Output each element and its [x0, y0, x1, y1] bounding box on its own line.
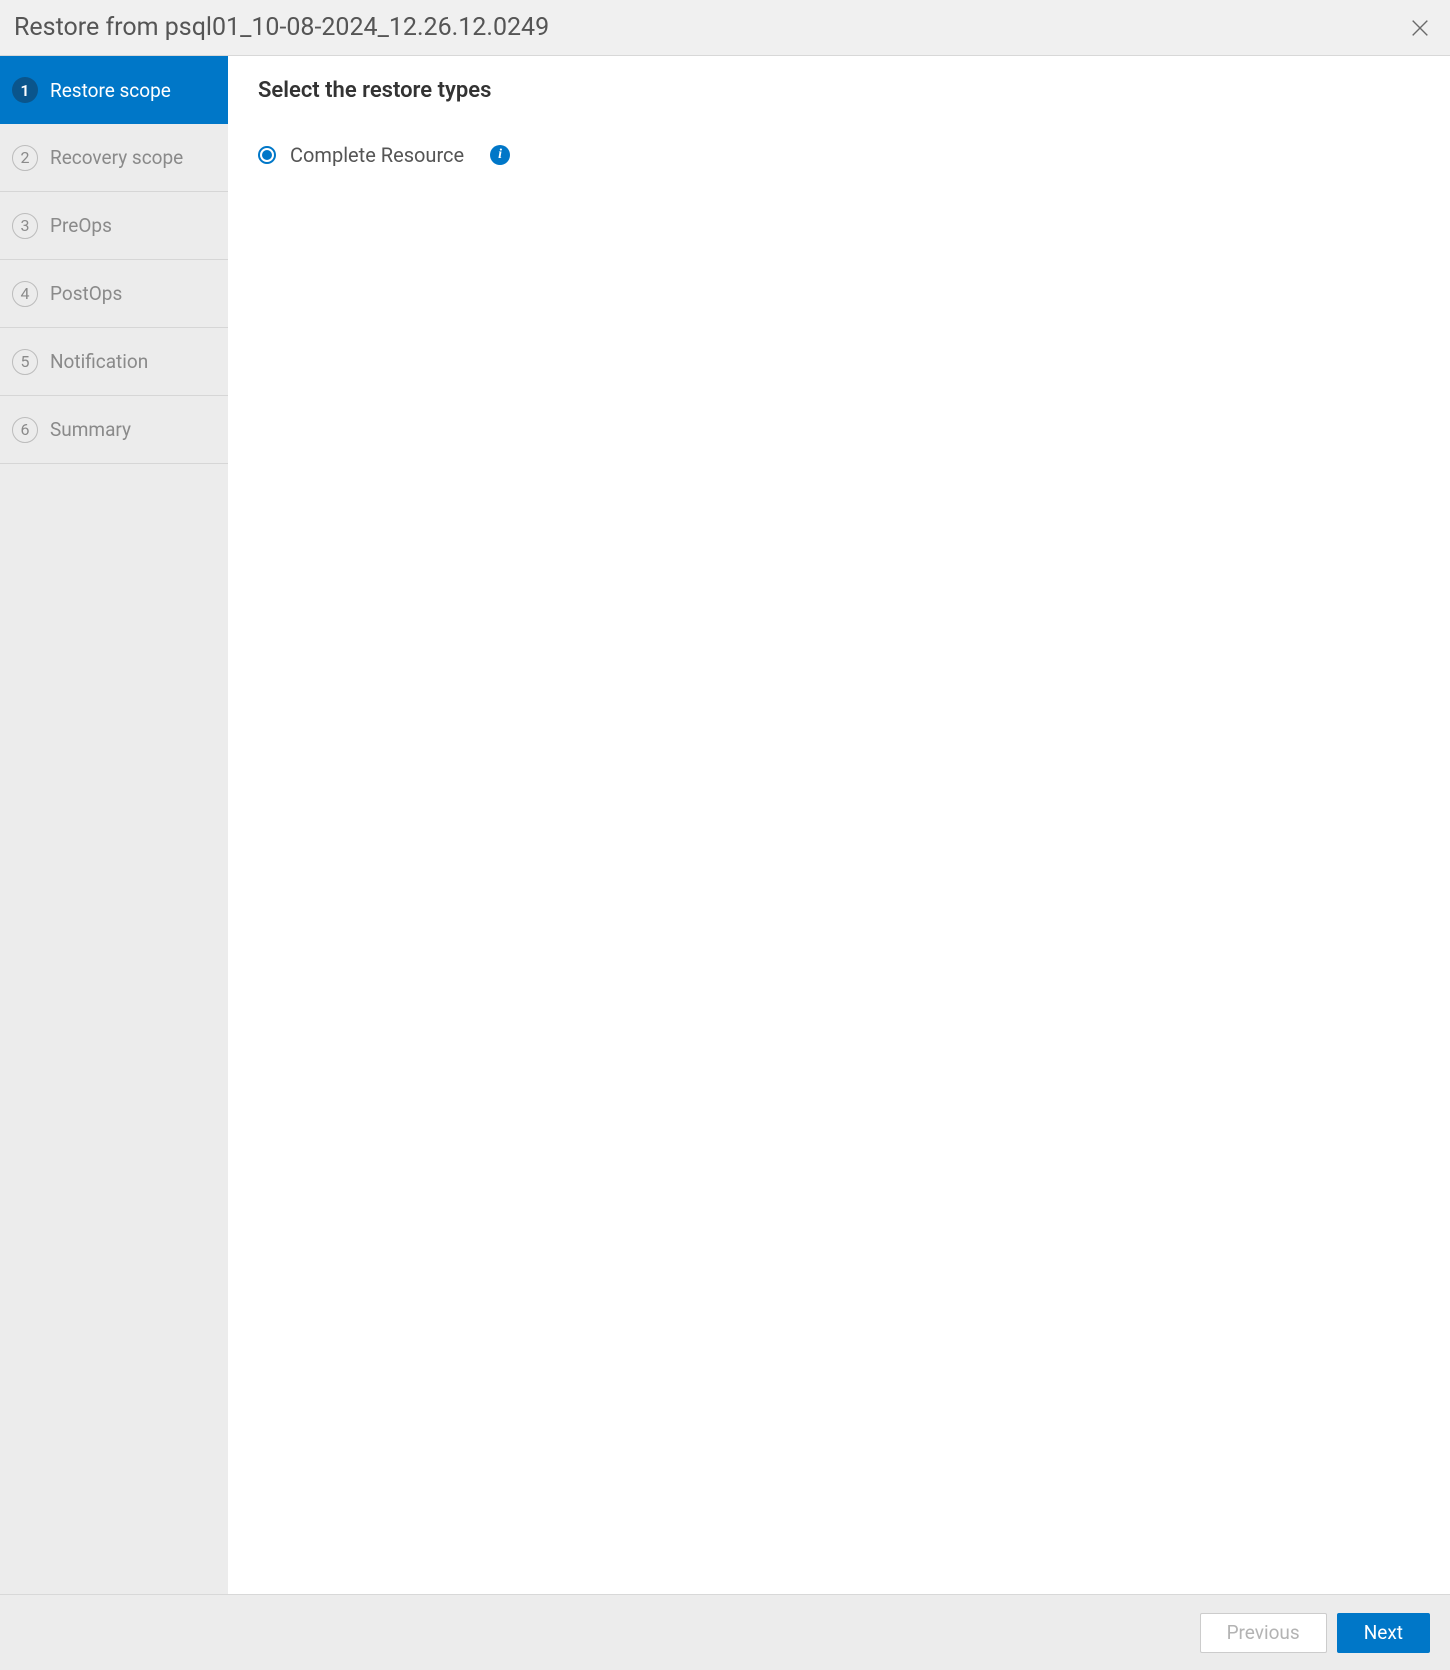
close-button[interactable]	[1408, 16, 1432, 40]
step-number: 3	[12, 213, 38, 239]
restore-type-option: Complete Resource i	[258, 143, 1420, 167]
dialog-footer: Previous Next	[0, 1594, 1450, 1670]
close-icon	[1409, 17, 1431, 39]
info-icon[interactable]: i	[490, 145, 510, 165]
step-number: 1	[12, 77, 38, 103]
step-notification[interactable]: 5 Notification	[0, 328, 228, 396]
step-label: PostOps	[50, 282, 122, 305]
next-button[interactable]: Next	[1337, 1613, 1430, 1653]
step-restore-scope[interactable]: 1 Restore scope	[0, 56, 228, 124]
step-label: Summary	[50, 418, 131, 441]
step-preops[interactable]: 3 PreOps	[0, 192, 228, 260]
complete-resource-radio[interactable]	[258, 146, 276, 164]
step-number: 4	[12, 281, 38, 307]
previous-button[interactable]: Previous	[1200, 1613, 1327, 1653]
step-number: 6	[12, 417, 38, 443]
step-summary[interactable]: 6 Summary	[0, 396, 228, 464]
complete-resource-label: Complete Resource	[290, 143, 464, 167]
step-label: PreOps	[50, 214, 112, 237]
step-label: Restore scope	[50, 79, 171, 102]
step-number: 2	[12, 145, 38, 171]
step-label: Notification	[50, 350, 148, 373]
radio-selected-icon	[262, 150, 272, 160]
step-postops[interactable]: 4 PostOps	[0, 260, 228, 328]
step-label: Recovery scope	[50, 146, 183, 169]
dialog-body: 1 Restore scope 2 Recovery scope 3 PreOp…	[0, 56, 1450, 1594]
main-content: Select the restore types Complete Resour…	[228, 56, 1450, 1594]
dialog-header: Restore from psql01_10-08-2024_12.26.12.…	[0, 0, 1450, 56]
step-number: 5	[12, 349, 38, 375]
step-recovery-scope[interactable]: 2 Recovery scope	[0, 124, 228, 192]
dialog-title: Restore from psql01_10-08-2024_12.26.12.…	[14, 13, 549, 42]
wizard-sidebar: 1 Restore scope 2 Recovery scope 3 PreOp…	[0, 56, 228, 1594]
content-heading: Select the restore types	[258, 78, 1420, 103]
